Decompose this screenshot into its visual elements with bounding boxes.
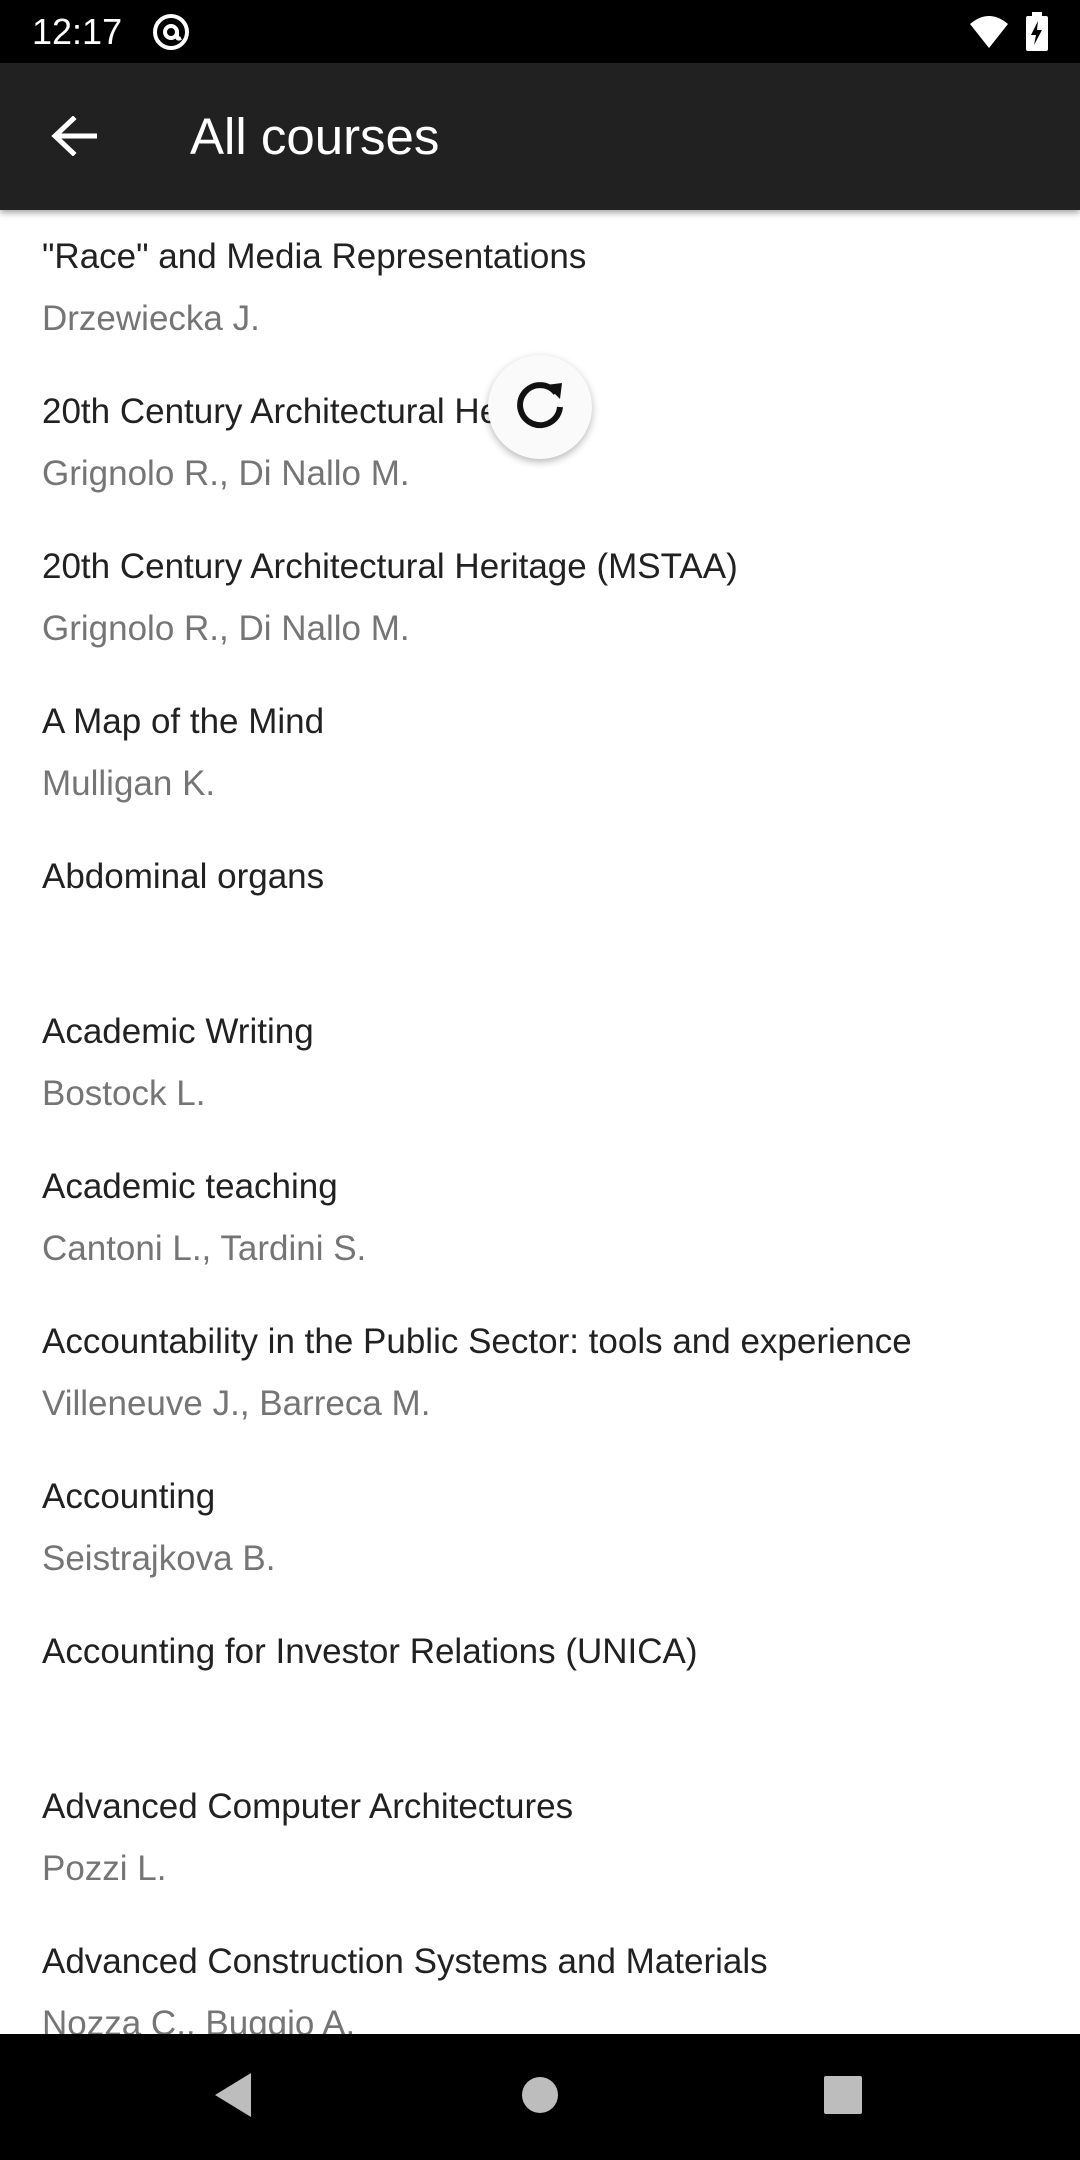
at-sign-icon [152,13,190,51]
battery-charging-icon [1025,12,1049,52]
course-list-item[interactable]: Academic teaching Cantoni L., Tardini S. [0,1140,1080,1295]
course-title: Advanced Construction Systems and Materi… [42,1942,768,1981]
course-list-item[interactable]: Advanced Computer Architectures Pozzi L. [0,1760,1080,1915]
status-time: 12:17 [32,11,123,52]
status-bar: 12:17 4 [0,0,1080,63]
course-list-item[interactable]: Academic Writing Bostock L. [0,985,1080,1140]
course-list-item[interactable]: A Map of the Mind Mulligan K. [0,675,1080,830]
course-title: Advanced Computer Architectures [42,1787,574,1826]
course-teachers: Villeneuve J., Barreca M. [42,1384,431,1423]
nav-home-icon [520,2075,560,2120]
course-list-item[interactable]: "Race" and Media Representations Drzewie… [0,210,1080,365]
nav-back-button[interactable] [193,2057,273,2137]
course-teachers: Bostock L. [42,1074,206,1113]
course-list-item[interactable]: 20th Century Architectural Heritage (MST… [0,520,1080,675]
course-teachers: Grignolo R., Di Nallo M. [42,454,410,493]
course-list-item[interactable]: Accountability in the Public Sector: too… [0,1295,1080,1450]
page-title: All courses [190,108,440,165]
course-title: Abdominal organs [42,857,325,896]
refresh-icon [510,375,570,440]
arrow-back-icon [51,114,98,161]
course-title: Academic Writing [42,1012,314,1051]
course-teachers: Nozza C., Buggio A. [42,2004,356,2034]
system-nav-bar [0,2034,1080,2160]
refresh-indicator [488,355,592,459]
course-title: Academic teaching [42,1167,338,1206]
course-title: A Map of the Mind [42,702,325,741]
course-title: Accounting for Investor Relations (UNICA… [42,1632,698,1671]
course-teachers: Seistrajkova B. [42,1539,276,1578]
nav-recents-icon [823,2075,863,2120]
course-teachers: Pozzi L. [42,1849,167,1888]
app-bar: All courses [0,63,1080,210]
course-list[interactable]: "Race" and Media Representations Drzewie… [0,210,1080,2034]
course-title: "Race" and Media Representations [42,237,587,276]
course-list-item[interactable]: Abdominal organs [0,830,1080,985]
course-teachers: Cantoni L., Tardini S. [42,1229,367,1268]
course-teachers: Mulligan K. [42,764,216,803]
course-list-item[interactable]: Accounting for Investor Relations (UNICA… [0,1605,1080,1760]
nav-recents-button[interactable] [803,2057,883,2137]
course-list-item[interactable]: Accounting Seistrajkova B. [0,1450,1080,1605]
course-teachers: Drzewiecka J. [42,299,260,338]
wifi-icon: 4 [968,14,1010,50]
course-title: Accountability in the Public Sector: too… [42,1322,912,1361]
course-teachers: Grignolo R., Di Nallo M. [42,609,410,648]
course-list-item[interactable]: Advanced Construction Systems and Materi… [0,1915,1080,2034]
nav-back-icon [211,2071,255,2124]
back-button[interactable] [34,103,114,173]
wifi-label: 4 [995,33,1003,49]
course-title: Accounting [42,1477,216,1516]
course-title: 20th Century Architectural Heritage (MST… [42,547,738,586]
nav-home-button[interactable] [500,2057,580,2137]
